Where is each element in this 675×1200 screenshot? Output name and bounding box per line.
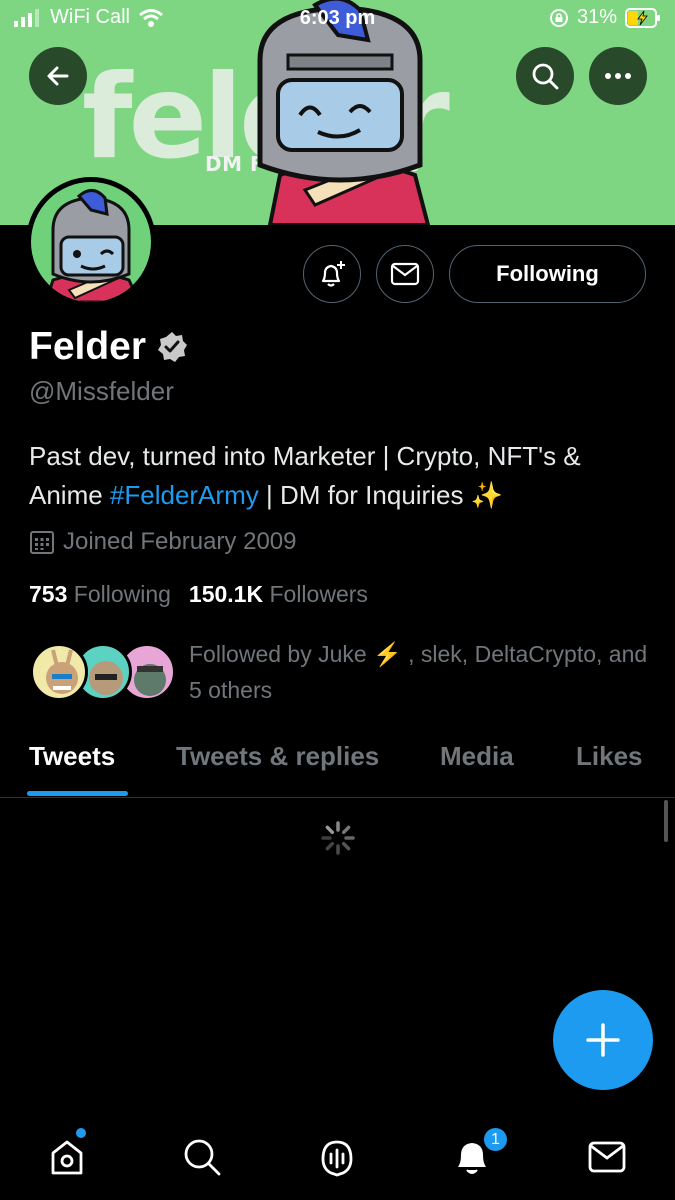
profile-tabs: Tweets Tweets & replies Media Likes xyxy=(0,736,675,798)
more-icon xyxy=(605,73,631,79)
home-icon xyxy=(51,1140,83,1175)
plus-icon xyxy=(586,1023,620,1057)
compose-tweet-button[interactable] xyxy=(553,990,653,1090)
tab-likes[interactable]: Likes xyxy=(576,741,643,772)
tab-tweets[interactable]: Tweets xyxy=(29,741,115,772)
display-name-row: Felder xyxy=(29,325,188,369)
search-icon xyxy=(184,1139,221,1176)
mail-icon xyxy=(588,1141,626,1173)
bottom-navigation xyxy=(0,1110,675,1200)
loading-spinner-icon xyxy=(321,821,355,855)
following-label: Following xyxy=(73,581,171,607)
back-button[interactable] xyxy=(29,47,87,105)
scrollbar[interactable] xyxy=(664,800,668,842)
orientation-lock-icon xyxy=(549,8,568,27)
followers-label: Followers xyxy=(269,581,368,607)
verified-badge-icon xyxy=(158,332,188,362)
follow-stats: 753 Following 150.1K Followers xyxy=(29,581,368,608)
bio-hashtag-link[interactable]: #FelderArmy xyxy=(110,480,259,510)
tab-tweets-replies[interactable]: Tweets & replies xyxy=(176,741,379,772)
more-button[interactable] xyxy=(589,47,647,105)
bio: Past dev, turned into Marketer | Crypto,… xyxy=(29,437,659,515)
followers-count: 150.1K xyxy=(188,581,264,607)
tab-media[interactable]: Media xyxy=(440,741,514,772)
following-count: 753 xyxy=(29,581,68,607)
joined-date: Joined February 2009 xyxy=(29,528,296,556)
battery-icon xyxy=(625,7,660,28)
nav-spaces[interactable] xyxy=(312,1132,362,1182)
notifications-badge: 1 xyxy=(482,1126,509,1153)
spaces-icon xyxy=(321,1140,353,1177)
profile-avatar[interactable] xyxy=(26,177,156,307)
followers-stat[interactable]: 150.1K Followers xyxy=(189,581,368,608)
handle: @Missfelder xyxy=(29,376,174,406)
bio-text-end: | DM for Inquiries ✨ xyxy=(258,480,504,510)
nav-messages[interactable] xyxy=(582,1132,632,1182)
status-right: 31% xyxy=(549,6,661,29)
back-arrow-icon xyxy=(47,66,69,86)
follower-avatar xyxy=(30,643,88,701)
display-name: Felder xyxy=(29,325,147,368)
bell-plus-icon xyxy=(321,261,345,287)
status-bar: WiFi Call 6:03 pm 31% xyxy=(0,0,675,40)
knight-avatar-illustration xyxy=(44,189,141,302)
nav-search[interactable] xyxy=(177,1132,227,1182)
search-icon xyxy=(532,63,559,90)
message-button[interactable] xyxy=(376,245,434,303)
home-unread-dot xyxy=(76,1128,86,1138)
following-stat[interactable]: 753 Following xyxy=(29,581,171,608)
following-button[interactable]: Following xyxy=(449,245,646,303)
mail-icon xyxy=(390,262,420,286)
joined-label: Joined February 2009 xyxy=(63,528,297,555)
calendar-icon xyxy=(30,531,54,554)
search-button[interactable] xyxy=(516,47,574,105)
followed-by-text[interactable]: Followed by Juke ⚡ , slek, DeltaCrypto, … xyxy=(189,636,659,708)
battery-percent: 31% xyxy=(576,6,617,28)
nav-home[interactable] xyxy=(42,1132,92,1182)
avatar-image xyxy=(31,182,151,302)
active-tab-indicator xyxy=(27,791,128,796)
notify-button[interactable] xyxy=(303,245,361,303)
